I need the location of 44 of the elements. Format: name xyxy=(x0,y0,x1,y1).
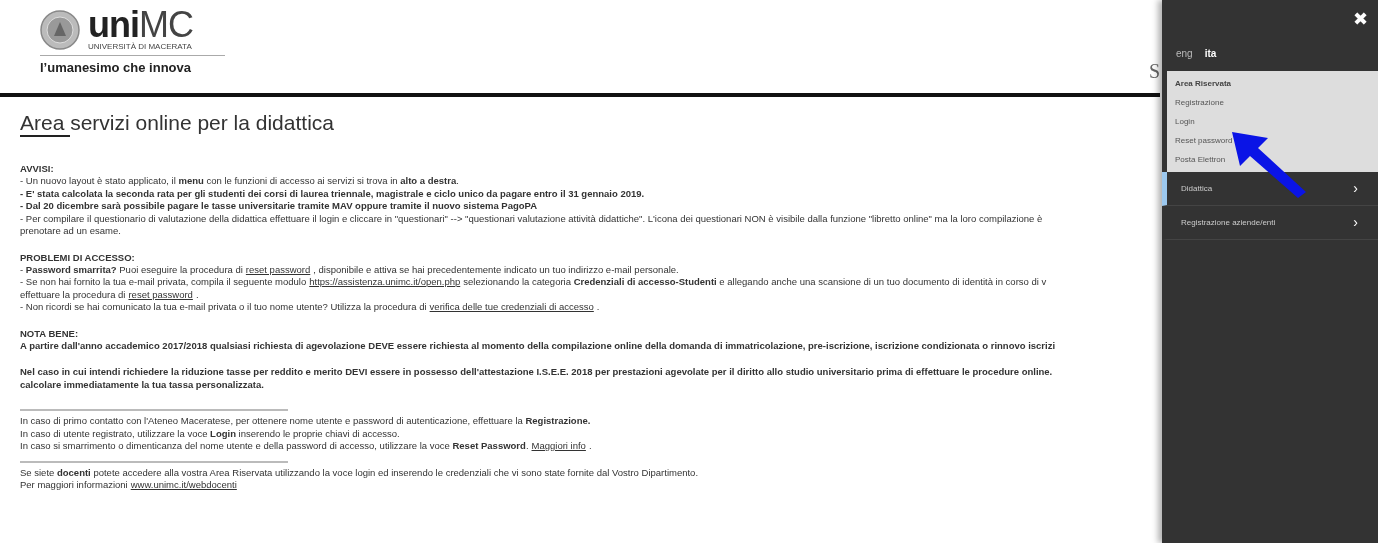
text-link[interactable]: verifica delle tue credenziali di accesso xyxy=(429,301,594,312)
seal-icon xyxy=(40,9,80,50)
info-line: Se siete docenti potete accedere alla vostra Area Riservata utilizzando la voce login ed inserendo le credenziali che vi sono state fornite dal Vostro Dipartimento. xyxy=(20,466,700,479)
info-line: In caso di utente registrato, utilizzare la voce Login inserendo le proprie chiavi di accesso. xyxy=(20,427,401,440)
submenu-item[interactable]: Registrazione xyxy=(1175,98,1370,107)
notice-line: Nel caso in cui intendi richiedere la riduzione tasse per reddito e merito DEVI essere in possesso dell'attestazione I.S.E.E. 2018 per prestazioni agevolate per il diritto allo studio universitario prima di effettuare le procedure online. xyxy=(20,366,1054,379)
info-text: . xyxy=(588,440,592,451)
section-heading: NOTA BENE: xyxy=(20,327,80,340)
notice-line: A partire dall'anno accademico 2017/2018 qualsiasi richiesta di agevolazione DEVE essere richiesta al momento della compilazione online della domanda di immatricolazione, pre-iscrizione, iscrizione condizionata o rinnovo iscrizi xyxy=(20,339,1057,352)
logo-caption: UNIVERSITÀ DI MACERATA xyxy=(88,42,193,51)
header-link[interactable]: S xyxy=(1148,60,1160,83)
text-link[interactable]: Maggiori info xyxy=(531,440,586,451)
tagline: l’umanesimo che innova xyxy=(40,60,192,75)
submenu-item[interactable]: Reset password xyxy=(1175,136,1370,145)
notice-text: selezionando la categoria Credenziali di accesso-Studenti e allegando anche una scansione di un tuo documento di identità in corso di v xyxy=(463,276,1047,287)
notice-text: - Password smarrita? Puoi eseguire la procedura di xyxy=(20,263,243,275)
menu-item[interactable]: Registrazione aziende/enti › xyxy=(1162,206,1378,240)
submenu-item[interactable]: Posta Elettron xyxy=(1175,155,1370,164)
info-line: In caso di primo contatto con l'Ateneo Maceratese, per ottenere nome utente e password di autenticazione, effettuare la Registrazione. xyxy=(20,415,592,428)
notice-line: - Per compilare il questionario di valutazione della didattica effettuare il login e cliccare in "questionari" --> "questionari valutazione attività didattiche". L'icona dei questionari NON è visibile dalla funzione "libretto online" ma la loro compilazione è xyxy=(20,212,1044,225)
language-link[interactable]: eng xyxy=(1176,48,1193,59)
notice-text: effettuare la procedura di xyxy=(20,288,126,300)
language-link[interactable]: ita xyxy=(1204,48,1217,59)
notice-text: - Se non hai fornito la tua e-mail privata, compila il seguente modulo xyxy=(20,276,307,287)
notice-line: calcolare immediatamente la tua tassa personalizzata. xyxy=(20,378,265,391)
logo-wordmark: uniMC xyxy=(88,8,193,42)
notice-text: . xyxy=(195,288,199,300)
notice-line: - E' stata calcolata la seconda rata per gli studenti dei corsi di laurea triennale, magistrale e ciclo unico da pagare entro il 31 gennaio 2019. xyxy=(20,187,646,200)
notice-line: prenotare ad un esame. xyxy=(20,225,122,238)
section-heading: PROBLEMI DI ACCESSO: xyxy=(20,251,136,264)
section-heading: AVVISI: xyxy=(20,163,55,175)
text-link[interactable]: https://assistenza.unimc.it/open.php xyxy=(309,276,461,287)
notice-text: - Non ricordi se hai comunicato la tua e-mail privata o il tuo nome utente? Utilizza la procedura di xyxy=(20,301,427,312)
notice-line: - Un nuovo layout è stato applicato, il menu con le funzioni di accesso ai servizi si trova in alto a destra. xyxy=(20,175,460,188)
submenu-heading: Area Riservata xyxy=(1175,79,1233,88)
text-link[interactable]: reset password xyxy=(128,288,193,300)
notice-text: . xyxy=(596,301,600,312)
notice-line: - Dal 20 dicembre sarà possibile pagare le tasse universitarie tramite MAV oppure tramite il nuovo sistema PagoPA xyxy=(20,200,539,213)
notice-text: , disponibile e attiva se hai precedentemente indicato un tuo indirizzo e-mail personale. xyxy=(313,263,679,275)
info-text: Per maggiori informazioni xyxy=(20,479,128,490)
text-link[interactable]: reset password xyxy=(245,263,311,275)
info-text: In caso si smarrimento o dimenticanza del nome utente e della password di accesso, utilizzare la voce Reset Password. xyxy=(20,440,529,451)
text-link[interactable]: www.unimc.it/webdocenti xyxy=(130,479,237,490)
submenu-item[interactable]: Login xyxy=(1175,117,1370,126)
